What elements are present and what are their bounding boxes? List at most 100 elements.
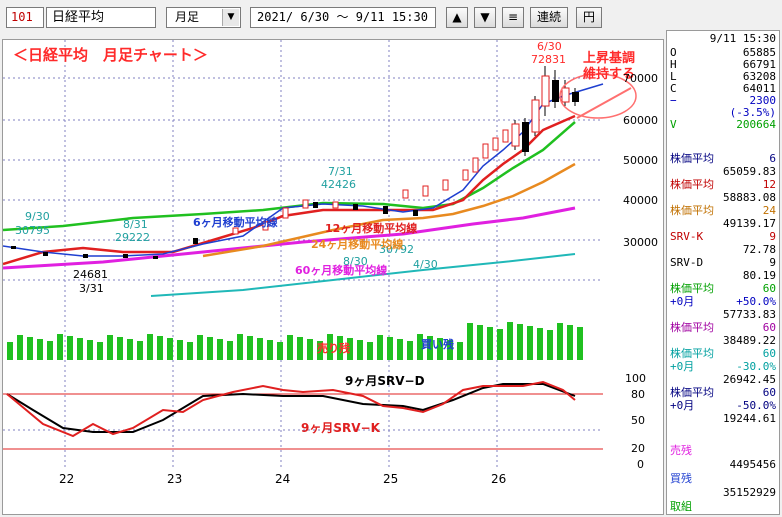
stock-name-field[interactable]: 日経平均 (46, 7, 156, 28)
volume-bar (537, 328, 543, 360)
volume-bar (27, 337, 33, 360)
ma12-line (2, 114, 576, 266)
volume-bar (57, 334, 63, 360)
chevron-down-icon[interactable]: ▼ (222, 9, 239, 26)
indicator-label: +0月 (670, 360, 695, 373)
svg-text:0: 0 (637, 458, 644, 471)
price-grid (3, 40, 603, 470)
volume-bar (187, 342, 193, 360)
svg-text:26: 26 (491, 472, 506, 486)
ma6-label: 6ヶ月移動平均線 (193, 215, 278, 229)
volume-bar (357, 340, 363, 360)
svg-text:50: 50 (631, 414, 645, 427)
down-button[interactable]: ▼ (474, 7, 496, 28)
volume-bar (167, 338, 173, 360)
toolbar: 101 日経平均 月足 ▼ 2021/ 6/30 ～ 9/11 15:30 ▲ … (0, 0, 782, 34)
indicator-2: 株価平均 24 (667, 205, 779, 217)
indicator-6: +0月 +50.0% (667, 296, 779, 308)
volume-bar (117, 337, 123, 360)
stock-code-field[interactable]: 101 (6, 7, 44, 28)
indicator-label: 株価平均 (670, 204, 714, 217)
svg-text:20: 20 (631, 442, 645, 455)
indicator-period: 6 (769, 152, 776, 165)
indicator-10: 株価平均 60 (667, 387, 779, 399)
indicator-period: 60 (762, 386, 776, 399)
label-aug: 8/31 (123, 218, 148, 231)
volume-value: 200664 (736, 118, 776, 131)
volume-bar (227, 341, 233, 360)
volume-bar (307, 339, 313, 360)
svg-text:25: 25 (383, 472, 398, 486)
chart-title: ＜日経平均 月足チャート＞ (13, 46, 208, 64)
volume-bar (97, 342, 103, 360)
indicator-4: SRV-D 9 (667, 257, 779, 269)
label-apr-d2: 4/30 (413, 258, 438, 271)
srv-k-label: 9ヶ月SRV−K (301, 421, 381, 435)
panel-date: 9/11 15:30 (709, 32, 776, 45)
srv-axis: 100 80 50 20 0 (625, 372, 646, 471)
label-mar: 24681 (73, 268, 108, 281)
volume-bar (147, 334, 153, 360)
volume-bar (367, 342, 373, 360)
volume-bar (377, 335, 383, 360)
ma6-line (2, 83, 604, 257)
volume-bar (217, 339, 223, 360)
label-jun-val: 72831 (531, 53, 566, 66)
period-select[interactable]: 月足 ▼ (166, 7, 241, 28)
volume-bar (177, 340, 183, 360)
indicator-period: 60 (762, 347, 776, 360)
volume-bar (567, 325, 573, 360)
indicator-value-1: 58883.08 (723, 191, 776, 204)
indicator-period: 9 (769, 230, 776, 243)
volume-bar (127, 339, 133, 360)
volume-bar (287, 335, 293, 360)
ma12-label: 12ヶ月移動平均線 (325, 221, 417, 235)
label-aug-val: 29222 (115, 231, 150, 244)
label-jul: 7/31 (328, 165, 353, 178)
volume-bar (517, 324, 523, 360)
indicator-value-2: 49139.17 (723, 217, 776, 230)
chart-area[interactable]: ＜日経平均 月足チャート＞ 上昇基調 維持する 9/30 30795 8/31 … (2, 39, 664, 515)
label-jul-val: 42426 (321, 178, 356, 191)
indicator-value-9: 26942.45 (723, 373, 776, 386)
volume-bar (207, 337, 213, 360)
indicator-value-3: 72.78 (742, 243, 776, 256)
x-axis: 22 23 24 25 26 (59, 472, 506, 486)
volume-bar (267, 340, 273, 360)
indicator-value-7: 38489.22 (723, 334, 776, 347)
sell-value: 4495456 (729, 458, 776, 471)
annotation-line1: 上昇基調 (583, 50, 635, 66)
indicator-label: +0月 (670, 399, 695, 412)
indicator-period: 24 (762, 204, 776, 217)
buy-label: 買い残 (421, 337, 454, 351)
indicator-label: 株価平均 (670, 321, 714, 334)
ma60-line (2, 206, 576, 270)
volume-bar (257, 338, 263, 360)
menu-button[interactable]: ≡ (502, 7, 524, 28)
indicator-period: -50.0% (736, 399, 776, 412)
indicator-label: SRV-D (670, 256, 704, 269)
indicator-label: 株価平均 (670, 152, 714, 165)
info-panel: 9/11 15:30 O 65885 H 66791 L 63208 C 64011 −… (666, 30, 780, 515)
volume-bar (237, 334, 243, 360)
volume-bar (277, 342, 283, 360)
indicator-period: 12 (762, 178, 776, 191)
volume-bar (507, 322, 513, 360)
indicator-value-11: 19244.61 (723, 412, 776, 425)
volume-bar (137, 341, 143, 360)
volume-bar (297, 337, 303, 360)
date-range-field[interactable]: 2021/ 6/30 ～ 9/11 15:30 (250, 7, 436, 28)
volume-bar (247, 336, 253, 360)
renzoku-button[interactable]: 連続 (530, 7, 568, 28)
sell-label: 売り残 (317, 341, 350, 355)
indicator-period: 9 (769, 256, 776, 269)
yen-button[interactable]: 円 (576, 7, 602, 28)
up-button[interactable]: ▲ (446, 7, 468, 28)
indicator-label: 株価平均 (670, 347, 714, 360)
volume-bar (7, 342, 13, 360)
indicator-value-0: 65059.83 (723, 165, 776, 178)
svg-text:100: 100 (625, 372, 646, 385)
volume-bar (557, 323, 563, 360)
volume-bar (47, 341, 53, 360)
svg-text:40000: 40000 (623, 194, 658, 207)
